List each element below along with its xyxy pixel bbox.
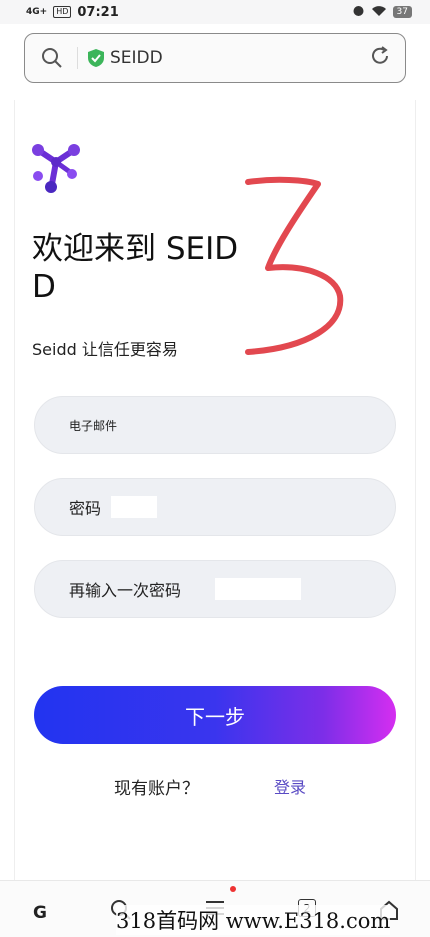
tagline: Seidd 让信任更容易 <box>32 340 178 359</box>
status-right: 37 <box>352 4 412 20</box>
clock: 07:21 <box>77 4 119 20</box>
confirm-password-label: 再输入一次密码 <box>69 581 182 600</box>
notification-dot <box>230 886 236 892</box>
email-label: 电子邮件 <box>69 418 118 433</box>
network-indicator: 4G+ <box>26 7 48 17</box>
reload-icon[interactable] <box>369 45 391 71</box>
welcome-heading: 欢迎来到 SEIDD <box>32 231 239 305</box>
shield-check-icon <box>88 49 104 67</box>
confirm-redaction <box>215 578 302 600</box>
next-button[interactable]: 下一步 <box>34 686 396 744</box>
g-button[interactable]: G <box>33 903 47 923</box>
password-field[interactable]: 密码 <box>34 478 396 536</box>
address-divider <box>77 47 78 69</box>
seidd-logo-icon <box>30 140 84 196</box>
status-left: 4G+ HD 07:21 <box>26 5 119 20</box>
address-text[interactable]: SEIDD <box>110 48 369 68</box>
email-field[interactable]: 电子邮件 <box>34 396 396 454</box>
search-icon[interactable] <box>39 45 65 71</box>
red-scribble-annotation <box>236 176 356 362</box>
alarm-icon <box>352 4 365 20</box>
status-bar: 4G+ HD 07:21 37 <box>0 0 430 24</box>
address-bar[interactable]: SEIDD <box>24 33 406 83</box>
watermark-text: 318首码网 www.E318.com <box>116 905 391 935</box>
battery-indicator: 37 <box>392 6 412 18</box>
confirm-password-field[interactable]: 再输入一次密码 <box>34 560 396 618</box>
wifi-icon <box>371 5 387 20</box>
login-link[interactable]: 登录 <box>274 774 306 798</box>
have-account-text: 现有账户？ <box>114 779 199 799</box>
hd-badge: HD <box>53 6 72 18</box>
password-redaction <box>111 496 158 518</box>
password-label: 密码 <box>69 499 102 518</box>
